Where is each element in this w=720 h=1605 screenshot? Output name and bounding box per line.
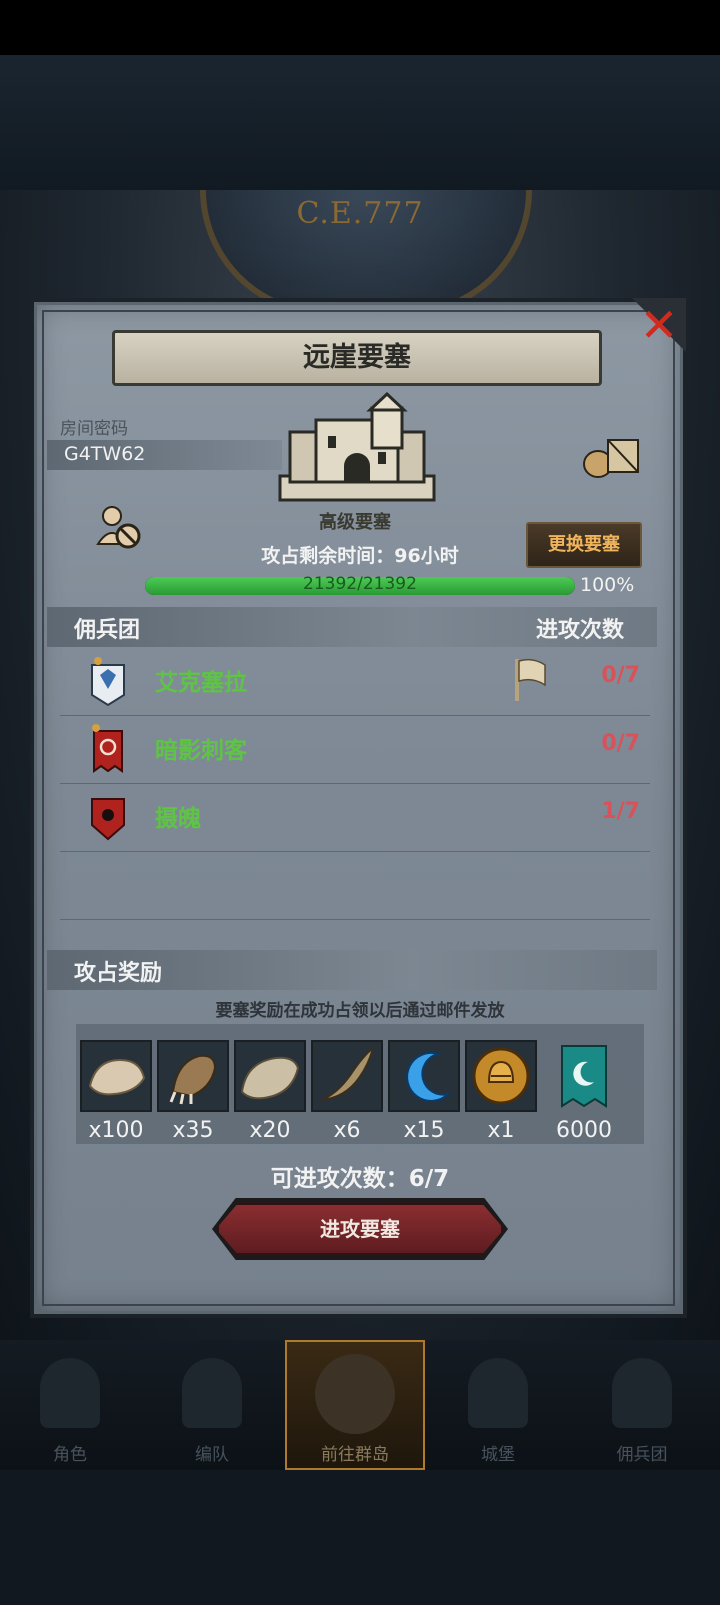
attack-count: 0/7: [601, 731, 640, 756]
time-remaining: 攻占剩余时间：96小时: [261, 545, 459, 567]
fortress-icon: [278, 392, 436, 502]
mercenary-row[interactable]: 暗影刺客 0/7: [60, 715, 650, 784]
reward-item[interactable]: 6000: [548, 1040, 620, 1143]
reward-note: 要塞奖励在成功占领以后通过邮件发放: [215, 1001, 505, 1021]
empty-mercenary-slot: [60, 851, 650, 920]
mercenary-row[interactable]: 艾克塞拉 0/7: [60, 647, 650, 716]
nav-mercenaries[interactable]: 佣兵团: [572, 1340, 712, 1470]
reward-section-title: 攻占奖励: [74, 961, 163, 986]
compass-map-icon: [315, 1354, 395, 1434]
character-icon: [40, 1358, 100, 1428]
reward-item[interactable]: x6: [311, 1040, 383, 1143]
reward-item[interactable]: x100: [80, 1040, 152, 1143]
top-bar-background: [0, 55, 720, 190]
nav-label: 前往群岛: [321, 1445, 389, 1465]
shield-banner-icon: [91, 657, 125, 707]
horn-icon: [311, 1040, 383, 1112]
fortress-grade: 高级要塞: [319, 512, 391, 533]
beast-hide-icon: [234, 1040, 306, 1112]
mercenary-section-title: 佣兵团: [74, 618, 141, 643]
nav-label: 佣兵团: [616, 1445, 668, 1465]
mercenary-row[interactable]: 摄魄 1/7: [60, 783, 650, 852]
supply-bag-icon[interactable]: [582, 432, 640, 480]
bottom-filler: [0, 1470, 720, 1605]
close-icon[interactable]: ✕: [634, 300, 684, 350]
fortress-hp-text: 21392/21392: [303, 574, 417, 594]
teal-banner-icon: [561, 1045, 607, 1108]
beast-claw-icon: [157, 1040, 229, 1112]
nav-label: 编队: [195, 1445, 229, 1465]
dialog-title: 远崖要塞: [303, 342, 411, 373]
fortress-hp-percent: 100%: [580, 574, 635, 596]
fur-pelt-icon: [80, 1040, 152, 1112]
title-banner: 远崖要塞: [112, 330, 602, 386]
reward-item[interactable]: x35: [157, 1040, 229, 1143]
castle-icon: [468, 1358, 528, 1428]
nav-castle[interactable]: 城堡: [428, 1340, 568, 1470]
golden-helmet-medal-icon: [465, 1040, 537, 1112]
mercenary-name: 艾克塞拉: [155, 670, 247, 696]
attack-fortress-label: 进攻要塞: [320, 1217, 400, 1241]
reward-item[interactable]: x1: [465, 1040, 537, 1143]
mercenary-name: 暗影刺客: [155, 738, 247, 764]
attack-count: 1/7: [601, 799, 640, 824]
red-banner-icon: [92, 724, 123, 773]
flag-icon: [515, 658, 546, 701]
blue-crescent-icon: [388, 1040, 460, 1112]
reward-item[interactable]: x15: [388, 1040, 460, 1143]
room-code-value: G4TW62: [64, 443, 146, 465]
nav-character[interactable]: 角色: [0, 1340, 140, 1470]
reward-item[interactable]: x20: [234, 1040, 306, 1143]
reward-quantity: 6000: [556, 1118, 612, 1143]
attack-count: 0/7: [601, 663, 640, 688]
bottom-nav: 角色 编队 前往群岛 城堡 佣兵团: [0, 1340, 720, 1470]
nav-label: 城堡: [481, 1445, 515, 1465]
mercenary-icon: [612, 1358, 672, 1428]
era-label: C.E.777: [296, 196, 424, 231]
remaining-attempts: 可进攻次数：6/7: [270, 1166, 450, 1192]
nav-formation[interactable]: 编队: [142, 1340, 282, 1470]
attack-count-header: 进攻次数: [536, 618, 625, 643]
nav-label: 角色: [53, 1445, 87, 1465]
formation-icon: [182, 1358, 242, 1428]
attack-fortress-button[interactable]: 进攻要塞: [216, 1202, 504, 1256]
red-shield-icon: [91, 798, 125, 841]
mercenary-name: 摄魄: [155, 806, 201, 832]
room-code-label: 房间密码: [60, 419, 128, 439]
nav-islands[interactable]: 前往群岛: [285, 1340, 425, 1470]
